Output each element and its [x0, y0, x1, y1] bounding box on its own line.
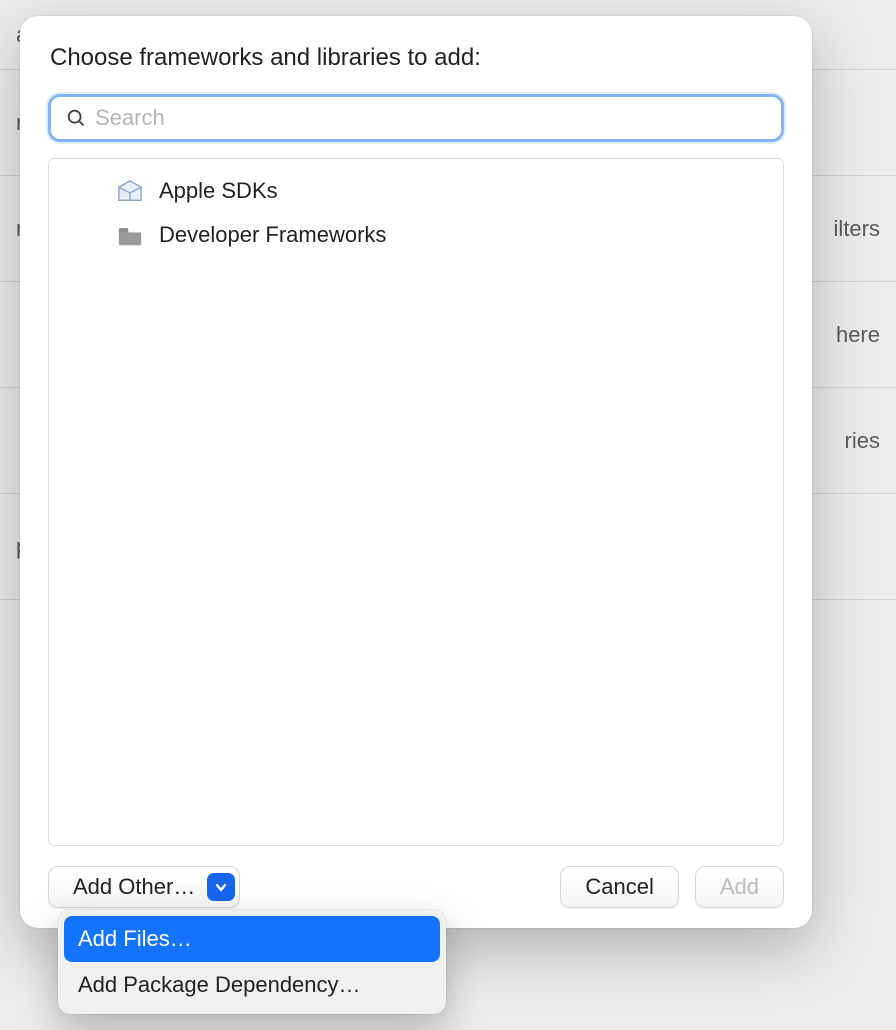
menu-item-label: Add Package Dependency…: [78, 972, 361, 997]
choose-frameworks-sheet: Choose frameworks and libraries to add: …: [20, 16, 812, 928]
list-item-apple-sdks[interactable]: Apple SDKs: [49, 169, 783, 213]
list-item-label: Apple SDKs: [159, 178, 278, 204]
add-button-label: Add: [720, 874, 759, 900]
folder-icon: [115, 221, 145, 249]
button-bar: Add Other… Cancel Add: [48, 866, 784, 908]
menu-item-add-files[interactable]: Add Files…: [64, 916, 440, 962]
search-field[interactable]: [48, 94, 784, 142]
search-input[interactable]: [95, 105, 771, 131]
add-other-menu: Add Files… Add Package Dependency…: [58, 910, 446, 1014]
add-other-label: Add Other…: [73, 874, 195, 900]
menu-item-label: Add Files…: [78, 926, 192, 951]
bg-row-right: here: [836, 322, 880, 348]
add-button[interactable]: Add: [695, 866, 784, 908]
menu-item-add-package-dependency[interactable]: Add Package Dependency…: [64, 962, 440, 1008]
bg-row-right: ries: [845, 428, 880, 454]
package-box-icon: [115, 177, 145, 205]
framework-list[interactable]: Apple SDKs Developer Frameworks: [48, 158, 784, 846]
sheet-title: Choose frameworks and libraries to add:: [50, 44, 784, 72]
bg-row-right: ilters: [834, 216, 880, 242]
list-item-developer-frameworks[interactable]: Developer Frameworks: [49, 213, 783, 257]
search-icon: [65, 107, 87, 129]
chevron-down-icon: [207, 873, 235, 901]
cancel-button[interactable]: Cancel: [560, 866, 678, 908]
cancel-button-label: Cancel: [585, 874, 653, 900]
list-item-label: Developer Frameworks: [159, 222, 386, 248]
add-other-pulldown[interactable]: Add Other…: [48, 866, 240, 908]
